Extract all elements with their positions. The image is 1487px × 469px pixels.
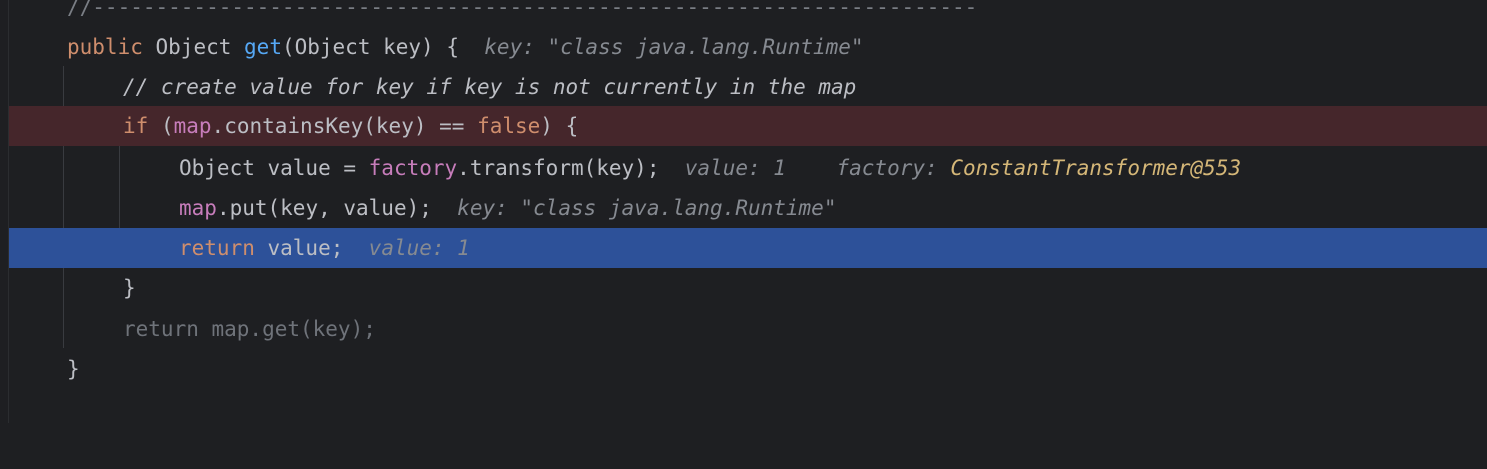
- unreachable-return: return map.get(key);: [123, 317, 376, 341]
- code-line-comment[interactable]: // create value for key if key is not cu…: [9, 67, 1487, 107]
- method-signature: public Object get(Object key) { key: "cl…: [67, 27, 864, 67]
- code-line-execution-point[interactable]: return value; value: 1: [9, 228, 1487, 268]
- inline-debug-hint-factory-label: factory:: [836, 156, 938, 180]
- keyword-return: return: [179, 236, 255, 260]
- method-name: get: [244, 35, 282, 59]
- code-line-separator[interactable]: //--------------------------------------…: [9, 0, 1487, 27]
- code-line-breakpoint[interactable]: if (map.containsKey(key) == false) {: [9, 106, 1487, 146]
- keyword-public: public: [67, 35, 143, 59]
- field-map: map: [179, 196, 217, 220]
- assign-statement: Object value = factory.transform(key); v…: [179, 148, 1241, 188]
- inline-debug-hint: key: "class java.lang.Runtime": [457, 196, 837, 220]
- inline-debug-hint: key: "class java.lang.Runtime": [484, 35, 864, 59]
- contains-key-call: .containsKey(key) ==: [211, 114, 478, 138]
- return-type: Object: [155, 35, 232, 59]
- code-line-close-if[interactable]: }: [9, 268, 1487, 308]
- doc-comment: // create value for key if key is not cu…: [123, 75, 857, 99]
- if-statement: if (map.containsKey(key) == false) {: [123, 106, 578, 146]
- open-paren: (: [160, 114, 174, 138]
- editor-gutter[interactable]: [0, 0, 9, 423]
- keyword-if: if: [123, 114, 149, 138]
- value-declaration: Object value =: [179, 156, 369, 180]
- code-line-return-get[interactable]: return map.get(key);: [9, 309, 1487, 349]
- inline-debug-hint-factory-value[interactable]: ConstantTransformer@553: [950, 156, 1241, 180]
- put-statement: map.put(key, value); key: "class java.la…: [179, 188, 836, 228]
- keyword-false: false: [477, 114, 541, 138]
- closing-brace: }: [123, 276, 136, 300]
- field-factory: factory: [368, 156, 458, 180]
- transform-call: .transform(key);: [457, 156, 660, 180]
- field-map: map: [173, 114, 212, 138]
- method-params: (Object key) {: [281, 35, 459, 59]
- return-value: value;: [254, 236, 344, 260]
- separator-comment: //--------------------------------------…: [67, 0, 978, 19]
- code-editor[interactable]: //--------------------------------------…: [0, 0, 1487, 423]
- return-statement: return value; value: 1: [179, 228, 470, 268]
- code-line-close-method[interactable]: }: [9, 349, 1487, 389]
- close-paren-brace: ) {: [540, 114, 579, 138]
- inline-debug-hint-value: value: 1: [684, 156, 786, 180]
- closing-brace: }: [67, 357, 80, 381]
- put-call: .put(key, value);: [216, 196, 432, 220]
- inline-debug-hint: value: 1: [368, 236, 470, 260]
- code-line-signature[interactable]: public Object get(Object key) { key: "cl…: [9, 27, 1487, 67]
- code-line-put[interactable]: map.put(key, value); key: "class java.la…: [9, 188, 1487, 228]
- code-line-assign[interactable]: Object value = factory.transform(key); v…: [9, 148, 1487, 188]
